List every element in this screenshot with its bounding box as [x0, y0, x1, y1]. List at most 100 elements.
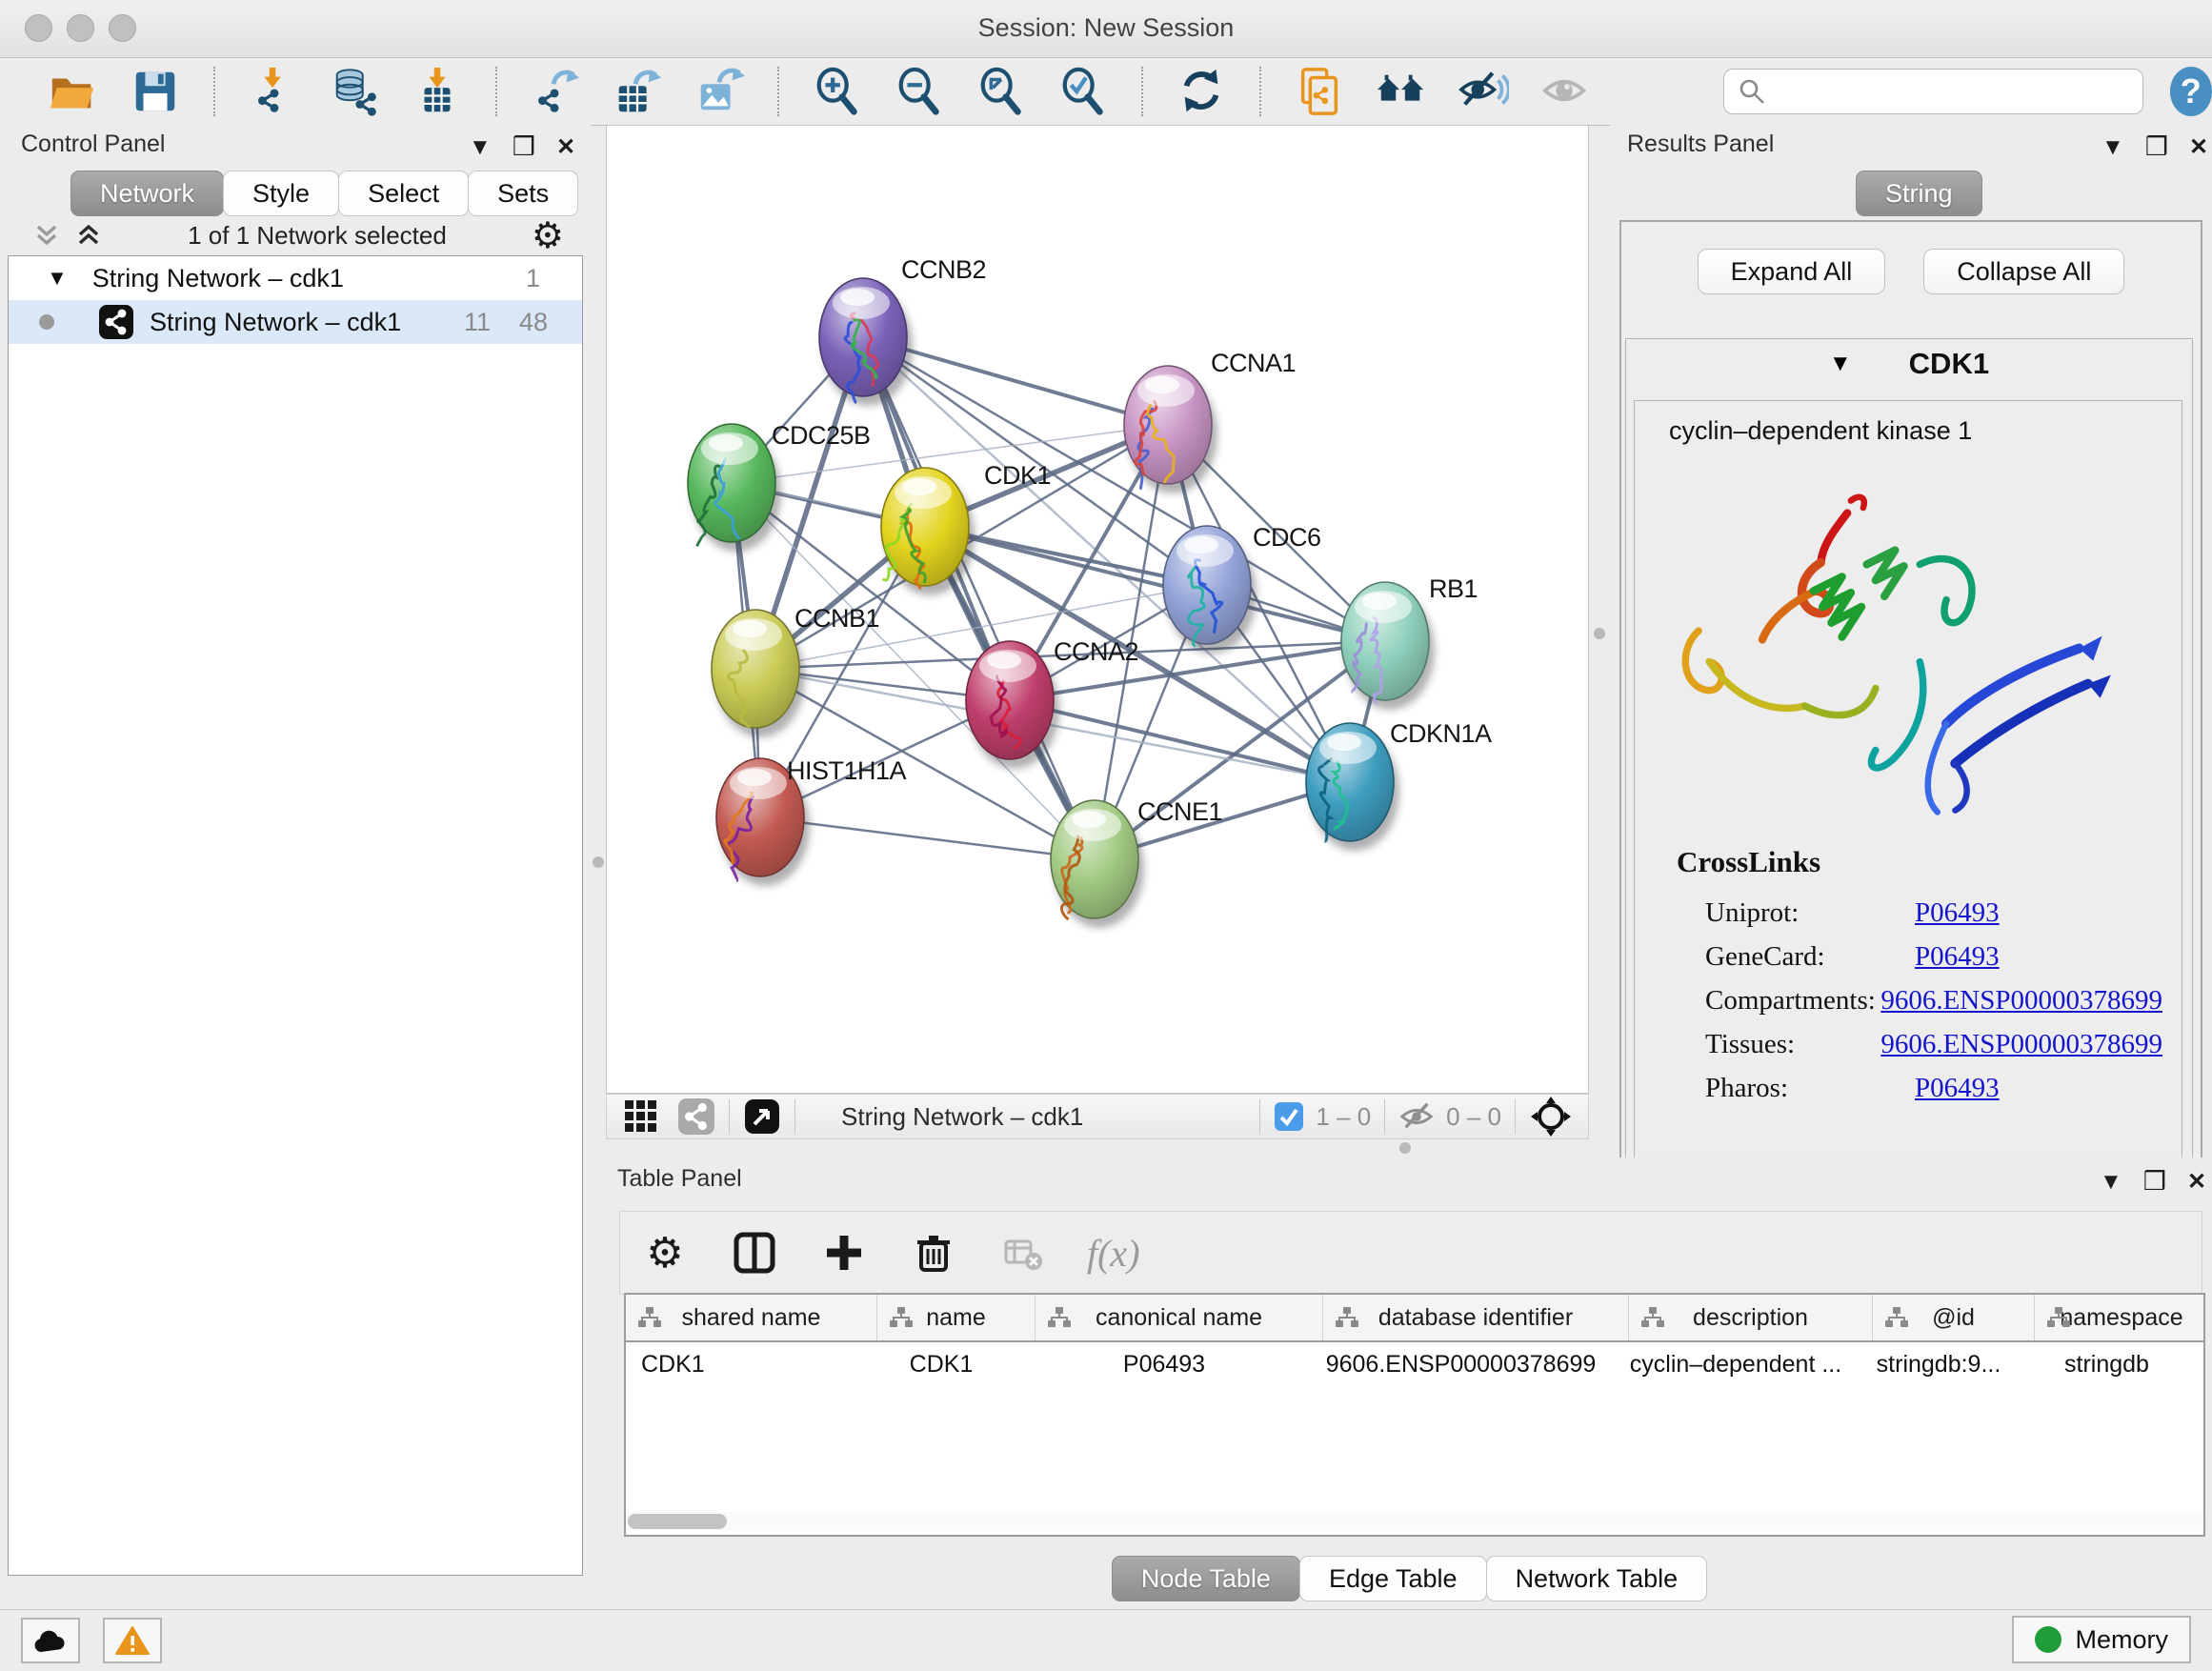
- network-collection-row[interactable]: ▼ String Network – cdk1 1: [9, 256, 582, 300]
- tab-sets[interactable]: Sets: [468, 171, 578, 216]
- left-splitter-handle[interactable]: [593, 856, 604, 868]
- edge-HIST1H1A-CCNE1[interactable]: [760, 817, 1095, 859]
- node-table[interactable]: shared name namecanonical namedatabase id…: [624, 1293, 2205, 1537]
- crosslink-link[interactable]: P06493: [1915, 897, 2000, 929]
- close-panel-icon[interactable]: ✕: [2189, 133, 2208, 161]
- cell-name[interactable]: CDK1: [862, 1351, 1020, 1379]
- cell-description[interactable]: cyclin–dependent ...: [1614, 1351, 1858, 1379]
- column-header-name[interactable]: name: [877, 1295, 1036, 1340]
- column-header-shared-name[interactable]: shared name: [626, 1295, 877, 1340]
- node-CCNB1[interactable]: [712, 610, 805, 737]
- network-view-canvas[interactable]: CCNB2CCNA1CDC25BCDK1CDC6RB1CCNB1CCNA2CDK…: [606, 125, 1589, 1094]
- import-network-icon[interactable]: [244, 65, 303, 118]
- network-graph[interactable]: CCNB2CCNA1CDC25BCDK1CDC6RB1CCNB1CCNA2CDK…: [607, 126, 1588, 1093]
- export-network-icon[interactable]: [526, 65, 585, 118]
- zoom-in-icon[interactable]: [808, 65, 867, 118]
- warnings-button[interactable]: [103, 1618, 162, 1663]
- table-horizontal-scrollbar[interactable]: [626, 1512, 2203, 1531]
- column-header-database-identifier[interactable]: database identifier: [1323, 1295, 1629, 1340]
- folder-open-icon[interactable]: [44, 65, 103, 118]
- expand-all-chevrons-icon[interactable]: [74, 221, 103, 250]
- close-panel-icon[interactable]: ✕: [2187, 1168, 2206, 1196]
- node-RB1[interactable]: [1341, 582, 1435, 710]
- maximize-panel-icon[interactable]: ❒: [2145, 132, 2168, 162]
- column-header--id[interactable]: @id: [1873, 1295, 2035, 1340]
- tab-node-table[interactable]: Node Table: [1112, 1556, 1300, 1601]
- crosslink-link[interactable]: 9606.ENSP00000378699: [1880, 1029, 2162, 1060]
- search-field[interactable]: [1776, 77, 2129, 107]
- node-CCNE1[interactable]: [1051, 800, 1144, 928]
- tab-string[interactable]: String: [1856, 171, 1982, 216]
- show-columns-icon[interactable]: [729, 1227, 780, 1278]
- network-row[interactable]: String Network – cdk1 11 48: [9, 300, 582, 344]
- collapse-all-button[interactable]: Collapse All: [1923, 249, 2124, 294]
- crosslink-label: Compartments:: [1705, 985, 1880, 1017]
- grid-thumbnails-icon[interactable]: [622, 1097, 660, 1136]
- main-toolbar: ?: [0, 58, 2212, 126]
- table-row[interactable]: CDK1CDK1P064939606.ENSP00000378699cyclin…: [626, 1342, 2203, 1386]
- search-input[interactable]: [1723, 69, 2143, 114]
- column-header-namespace[interactable]: namespace: [2035, 1295, 2205, 1340]
- delete-column-trash-icon[interactable]: [908, 1227, 959, 1278]
- tab-network[interactable]: Network: [70, 171, 224, 216]
- gear-icon[interactable]: ⚙: [532, 214, 564, 257]
- cell-shared-name[interactable]: CDK1: [626, 1351, 862, 1379]
- network-view-share-icon[interactable]: [677, 1097, 715, 1136]
- memory-button[interactable]: Memory: [2012, 1616, 2191, 1663]
- crosslink-link[interactable]: P06493: [1915, 1073, 2000, 1104]
- scrollbar-thumb[interactable]: [628, 1514, 727, 1529]
- zoom-selected-icon[interactable]: [1054, 65, 1113, 118]
- zoom-fit-icon[interactable]: [972, 65, 1031, 118]
- table-settings-gear-icon[interactable]: ⚙: [639, 1227, 691, 1278]
- crosshair-navigator-icon[interactable]: [1529, 1095, 1573, 1138]
- cell-canonical-name[interactable]: P06493: [1020, 1351, 1308, 1379]
- column-header-canonical-name[interactable]: canonical name: [1036, 1295, 1323, 1340]
- tab-network-table[interactable]: Network Table: [1486, 1556, 1708, 1601]
- node-CCNB2[interactable]: [819, 278, 913, 406]
- export-image-icon[interactable]: [690, 65, 749, 118]
- right-splitter-handle[interactable]: [1594, 628, 1605, 639]
- collapse-all-chevrons-icon[interactable]: [32, 221, 61, 250]
- tab-style[interactable]: Style: [223, 171, 339, 216]
- collection-expander-icon[interactable]: ▼: [47, 266, 68, 291]
- column-label: shared name: [682, 1304, 821, 1332]
- tab-edge-table[interactable]: Edge Table: [1299, 1556, 1487, 1601]
- tab-select[interactable]: Select: [338, 171, 469, 216]
- double-home-icon[interactable]: [1372, 65, 1431, 118]
- zoom-out-icon[interactable]: [890, 65, 949, 118]
- cloud-button[interactable]: [21, 1618, 80, 1663]
- add-column-plus-icon[interactable]: [818, 1227, 870, 1278]
- crosslink-link[interactable]: 9606.ENSP00000378699: [1880, 985, 2162, 1017]
- import-database-icon[interactable]: [326, 65, 385, 118]
- export-table-icon[interactable]: [608, 65, 667, 118]
- node-CDKN1A[interactable]: [1306, 723, 1399, 851]
- float-panel-icon[interactable]: ▼: [2101, 134, 2124, 161]
- cell-database-identifier[interactable]: 9606.ENSP00000378699: [1308, 1351, 1614, 1379]
- cell-namespace[interactable]: stringdb: [2020, 1351, 2194, 1379]
- bottom-splitter-handle[interactable]: [1399, 1142, 1411, 1154]
- help-button[interactable]: ?: [2170, 67, 2212, 116]
- node-CDC6[interactable]: [1163, 526, 1257, 654]
- cell--id[interactable]: stringdb:9...: [1858, 1351, 2020, 1379]
- float-panel-icon[interactable]: ▼: [469, 134, 492, 161]
- expand-all-button[interactable]: Expand All: [1698, 249, 1886, 294]
- close-panel-icon[interactable]: ✕: [556, 133, 575, 161]
- crosslink-link[interactable]: P06493: [1915, 941, 2000, 973]
- node-label-CDC6: CDC6: [1253, 523, 1321, 552]
- floppy-save-icon[interactable]: [126, 65, 185, 118]
- float-panel-icon[interactable]: ▼: [2100, 1169, 2122, 1196]
- search-icon: [1738, 77, 1766, 106]
- gene-details: cyclin–dependent kinase 1: [1634, 400, 2182, 1187]
- eye-slash-icon[interactable]: [1454, 65, 1513, 118]
- detach-view-icon[interactable]: [743, 1097, 781, 1136]
- column-header-description[interactable]: description: [1629, 1295, 1873, 1340]
- duplicate-document-icon[interactable]: [1290, 65, 1349, 118]
- table-panel-title: Table Panel: [617, 1165, 742, 1193]
- maximize-panel-icon[interactable]: ❒: [513, 132, 535, 162]
- node-CCNA2[interactable]: [966, 641, 1059, 769]
- refresh-icon[interactable]: [1172, 65, 1231, 118]
- section-collapse-icon[interactable]: ▼: [1829, 351, 1852, 377]
- maximize-panel-icon[interactable]: ❒: [2143, 1167, 2166, 1197]
- import-table-icon[interactable]: [408, 65, 467, 118]
- node-CDK1[interactable]: [881, 468, 975, 595]
